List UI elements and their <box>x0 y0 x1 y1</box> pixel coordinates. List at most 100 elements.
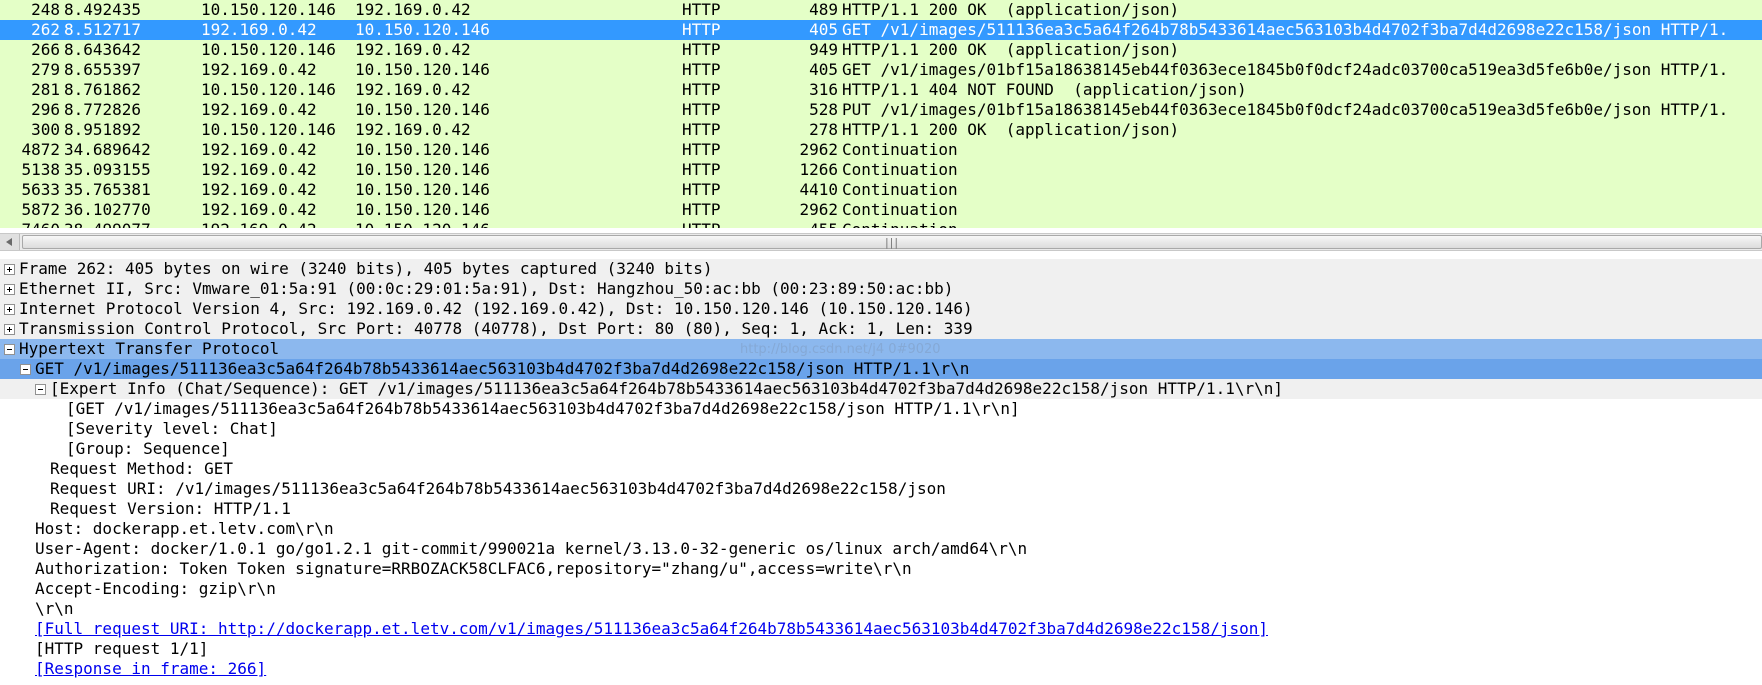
packet-info: HTTP/1.1 200 OK (application/json) <box>842 0 1180 19</box>
packet-destination: 10.150.120.146 <box>355 20 490 39</box>
detail-tree-row[interactable]: [Expert Info (Chat/Sequence): GET /v1/im… <box>0 379 1762 399</box>
packet-destination: 192.169.0.42 <box>355 40 471 59</box>
packet-info: Continuation <box>842 200 958 219</box>
packet-row[interactable]: 296 8.772826 192.169.0.42 10.150.120.146 HTT… <box>0 100 1762 120</box>
packet-length: 278 <box>809 120 838 139</box>
packet-info: Continuation <box>842 220 958 228</box>
detail-text: Accept-Encoding: gzip\r\n <box>35 579 276 598</box>
packet-source: 192.169.0.42 <box>201 60 317 79</box>
detail-tree-row[interactable]: Transmission Control Protocol, Src Port:… <box>0 319 1762 339</box>
packet-row[interactable]: 5138 35.093155 192.169.0.42 10.150.120.146 H… <box>0 160 1762 180</box>
packet-number: 5633 <box>21 180 60 199</box>
expand-plus-icon[interactable] <box>4 264 15 275</box>
packet-row[interactable]: 5872 36.102770 192.169.0.42 10.150.120.146 H… <box>0 200 1762 220</box>
packet-number: 4872 <box>21 140 60 159</box>
packet-source: 192.169.0.42 <box>201 180 317 199</box>
detail-tree-row[interactable]: [HTTP request 1/1] <box>0 639 1762 659</box>
packet-info: HTTP/1.1 200 OK (application/json) <box>842 120 1180 139</box>
detail-text: [GET /v1/images/511136ea3c5a64f264b78b54… <box>66 399 1020 418</box>
collapse-minus-icon[interactable] <box>35 384 46 395</box>
detail-tree-row[interactable]: Internet Protocol Version 4, Src: 192.16… <box>0 299 1762 319</box>
collapse-minus-icon[interactable] <box>4 344 15 355</box>
packet-length: 1266 <box>799 160 838 179</box>
packet-length: 489 <box>809 0 838 19</box>
packet-source: 192.169.0.42 <box>201 200 317 219</box>
packet-row[interactable]: 262 8.512717 192.169.0.42 10.150.120.146 HTT… <box>0 20 1762 40</box>
detail-text: Request Method: GET <box>50 459 234 478</box>
detail-tree-row[interactable]: [Full request URI: http://dockerapp.et.l… <box>0 619 1762 639</box>
expand-plus-icon[interactable] <box>4 304 15 315</box>
packet-protocol: HTTP <box>682 0 721 19</box>
detail-text: [HTTP request 1/1] <box>35 639 209 658</box>
detail-tree-row[interactable]: [Group: Sequence] <box>0 439 1762 459</box>
packet-row[interactable]: 279 8.655397 192.169.0.42 10.150.120.146 HTT… <box>0 60 1762 80</box>
packet-row[interactable]: 300 8.951892 10.150.120.146 192.169.0.42 HTT… <box>0 120 1762 140</box>
packet-source: 10.150.120.146 <box>201 80 336 99</box>
packet-time: 35.093155 <box>64 160 151 179</box>
packet-length: 949 <box>809 40 838 59</box>
detail-tree-row[interactable]: Authorization: Token Token signature=RRB… <box>0 559 1762 579</box>
packet-length: 455 <box>760 220 838 228</box>
packet-row[interactable]: 248 8.492435 10.150.120.146 192.169.0.42 HTT… <box>0 0 1762 20</box>
packet-source: 192.169.0.42 <box>201 140 317 159</box>
packet-number: 248 <box>31 0 60 19</box>
packet-number: 281 <box>31 80 60 99</box>
detail-tree-row[interactable]: [GET /v1/images/511136ea3c5a64f264b78b54… <box>0 399 1762 419</box>
packet-time: 34.689642 <box>64 140 151 159</box>
expand-plus-icon[interactable] <box>4 324 15 335</box>
detail-tree-row[interactable]: Request Method: GET <box>0 459 1762 479</box>
detail-text: [Severity level: Chat] <box>66 419 278 438</box>
detail-tree-row[interactable]: GET /v1/images/511136ea3c5a64f264b78b543… <box>0 359 1762 379</box>
packet-number: 279 <box>31 60 60 79</box>
packet-length: 2962 <box>799 140 838 159</box>
detail-tree-row[interactable]: User-Agent: docker/1.0.1 go/go1.2.1 git-… <box>0 539 1762 559</box>
packet-destination: 10.150.120.146 <box>355 200 490 219</box>
packet-number: 5872 <box>21 200 60 219</box>
detail-text: [Group: Sequence] <box>66 439 230 458</box>
detail-tree-row[interactable]: Host: dockerapp.et.letv.com\r\n <box>0 519 1762 539</box>
packet-length: 4410 <box>799 180 838 199</box>
detail-link[interactable]: [Response in frame: 266] <box>35 659 266 679</box>
detail-tree-row[interactable]: [Response in frame: 266] <box>0 659 1762 679</box>
detail-text: \r\n <box>35 599 74 618</box>
packet-row[interactable]: 7460 38.499077 192.169.0.42 10.150.120.146 H… <box>0 220 1762 228</box>
packet-protocol: HTTP <box>682 200 721 219</box>
packet-protocol: HTTP <box>682 20 721 39</box>
scrollbar-thumb[interactable]: ||| <box>22 235 1762 249</box>
detail-tree-row[interactable]: Accept-Encoding: gzip\r\n <box>0 579 1762 599</box>
packet-number: 296 <box>31 100 60 119</box>
detail-tree-row[interactable]: Request Version: HTTP/1.1 <box>0 499 1762 519</box>
packet-source: 192.169.0.42 <box>201 100 317 119</box>
packet-source: 192.169.0.42 <box>201 20 317 39</box>
packet-length: 316 <box>809 80 838 99</box>
expand-plus-icon[interactable] <box>4 284 15 295</box>
detail-tree-row[interactable]: Frame 262: 405 bytes on wire (3240 bits)… <box>0 259 1762 279</box>
horizontal-scrollbar[interactable]: ||| <box>0 233 1762 251</box>
detail-tree-row[interactable]: \r\n <box>0 599 1762 619</box>
detail-tree-row[interactable]: [Severity level: Chat] <box>0 419 1762 439</box>
detail-text: Hypertext Transfer Protocol <box>19 339 280 358</box>
collapse-minus-icon[interactable] <box>20 364 31 375</box>
detail-tree-row[interactable]: Request URI: /v1/images/511136ea3c5a64f2… <box>0 479 1762 499</box>
packet-number: 5138 <box>21 160 60 179</box>
packet-time: 8.772826 <box>64 100 142 119</box>
packet-info: GET /v1/images/01bf15a18638145eb44f0363e… <box>842 60 1729 79</box>
packet-list[interactable]: 248 8.492435 10.150.120.146 192.169.0.42 HTT… <box>0 0 1762 228</box>
scroll-left-arrow-icon[interactable] <box>0 234 20 250</box>
packet-row[interactable]: 281 8.761862 10.150.120.146 192.169.0.42 HTT… <box>0 80 1762 100</box>
packet-destination: 10.150.120.146 <box>355 220 490 228</box>
packet-time: 8.951892 <box>64 120 142 139</box>
packet-details-tree[interactable]: Frame 262: 405 bytes on wire (3240 bits)… <box>0 259 1762 685</box>
packet-protocol: HTTP <box>682 60 721 79</box>
packet-length: 405 <box>809 60 838 79</box>
packet-row[interactable]: 266 8.643642 10.150.120.146 192.169.0.42 HTT… <box>0 40 1762 60</box>
packet-row[interactable]: 4872 34.689642 192.169.0.42 10.150.120.146 H… <box>0 140 1762 160</box>
packet-row[interactable]: 5633 35.765381 192.169.0.42 10.150.120.146 H… <box>0 180 1762 200</box>
detail-link[interactable]: [Full request URI: http://dockerapp.et.l… <box>35 619 1268 639</box>
packet-time: 8.512717 <box>64 20 142 39</box>
packet-destination: 10.150.120.146 <box>355 100 490 119</box>
packet-length: 528 <box>809 100 838 119</box>
packet-info: Continuation <box>842 140 958 159</box>
detail-tree-row[interactable]: Ethernet II, Src: Vmware_01:5a:91 (00:0c… <box>0 279 1762 299</box>
packet-info: PUT /v1/images/01bf15a18638145eb44f0363e… <box>842 100 1729 119</box>
